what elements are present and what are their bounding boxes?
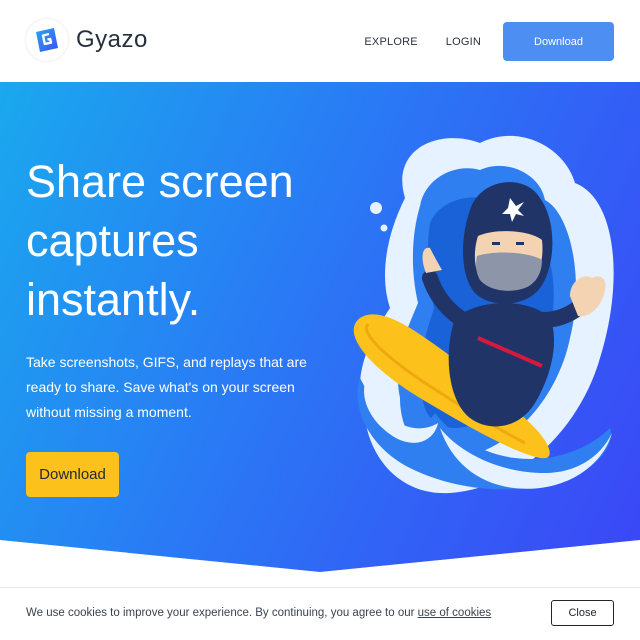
cookie-banner: We use cookies to improve your experienc… [0, 587, 640, 640]
site-header: Gyazo EXPLORE LOGIN Download [0, 0, 640, 82]
cookie-close-button[interactable]: Close [551, 600, 614, 626]
cookie-message-text: We use cookies to improve your experienc… [26, 607, 415, 619]
brand-logo[interactable]: Gyazo [26, 19, 148, 61]
top-nav: EXPLORE LOGIN Download [364, 22, 614, 61]
hero-subtext: Take screenshots, GIFS, and replays that… [26, 354, 307, 420]
gyazo-logo-icon [26, 19, 68, 61]
cookie-message: We use cookies to improve your experienc… [26, 607, 491, 619]
nav-login-link[interactable]: LOGIN [446, 36, 481, 48]
hero-download-button[interactable]: Download [26, 452, 119, 497]
cookie-policy-link[interactable]: use of cookies [418, 607, 492, 619]
hero-bottom-divider [0, 540, 640, 590]
hero-headline: Share screen captures instantly. [26, 156, 294, 325]
header-download-button[interactable]: Download [503, 22, 614, 61]
brand-name: Gyazo [76, 26, 148, 53]
nav-explore-link[interactable]: EXPLORE [364, 36, 417, 48]
ninja-surfer-illustration [353, 135, 614, 494]
